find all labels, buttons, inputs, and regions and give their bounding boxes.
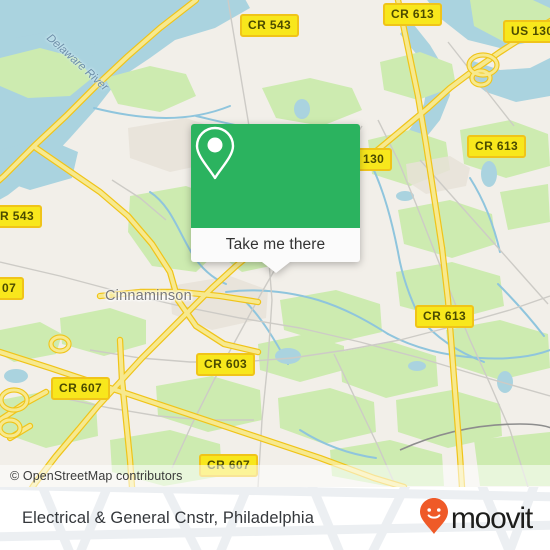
moovit-wordmark: moovit — [450, 501, 533, 535]
moovit-pin-smiley-icon — [419, 497, 449, 540]
shield-us-130-mid: 130 — [355, 148, 393, 171]
footer-content: Electrical & General Cnstr, Philadelphia… — [0, 487, 550, 550]
take-me-there-callout[interactable]: Take me there — [191, 124, 360, 273]
shield-cr-613-top: CR 613 — [383, 3, 443, 26]
shield-cr-603: CR 603 — [196, 353, 256, 376]
take-me-there-button[interactable]: Take me there — [191, 228, 360, 262]
shield-cr-543-left: R 543 — [0, 205, 43, 228]
moovit-brand: moovit — [419, 497, 533, 540]
shield-cr-613-right-upper: CR 613 — [467, 135, 527, 158]
shield-cr-607-left: 07 — [0, 277, 25, 300]
map-pin-icon — [195, 126, 300, 205]
callout-pointer — [261, 262, 290, 273]
callout-icon-area — [191, 124, 360, 228]
map-attribution: © OpenStreetMap contributors — [0, 465, 550, 487]
moovit-map-screenshot: Delaware River Cinnaminson CR 543 CR 613… — [0, 0, 550, 550]
shield-cr-613-right-lower: CR 613 — [415, 305, 475, 328]
map-canvas[interactable]: Delaware River Cinnaminson CR 543 CR 613… — [0, 0, 550, 487]
take-me-there-label: Take me there — [225, 236, 326, 253]
place-label-cinnaminson: Cinnaminson — [105, 288, 192, 304]
location-title: Electrical & General Cnstr, Philadelphia — [22, 509, 314, 527]
shield-cr-607: CR 607 — [51, 377, 111, 400]
footer-bar: Electrical & General Cnstr, Philadelphia… — [0, 487, 550, 550]
attribution-text: © OpenStreetMap contributors — [10, 469, 183, 483]
shield-cr-543-top: CR 543 — [240, 14, 300, 37]
shield-us-130-top: US 130 — [503, 20, 550, 43]
